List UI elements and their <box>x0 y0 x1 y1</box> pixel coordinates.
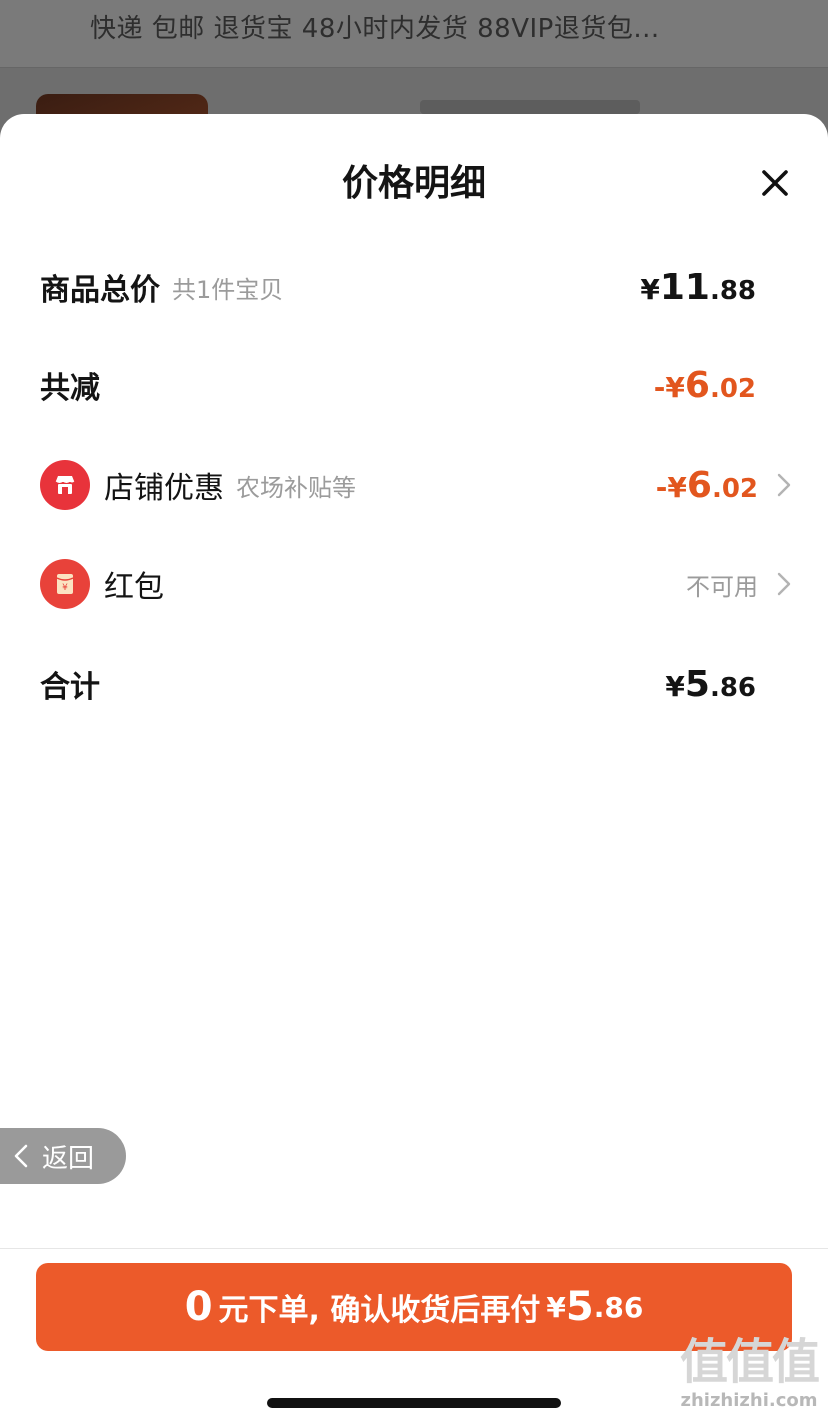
shop-discount-label: 店铺优惠 <box>104 471 224 506</box>
shop-discount-amount: -¥6.02 <box>655 464 758 506</box>
chevron-right-icon <box>776 472 792 498</box>
watermark-domain: zhizhizhi.com <box>680 1390 818 1411</box>
close-button[interactable] <box>756 164 794 202</box>
close-icon <box>762 170 788 196</box>
cta-currency: ¥ <box>546 1290 566 1324</box>
discount-total-label: 共减 <box>40 371 100 406</box>
background-text-fragment <box>420 100 640 114</box>
goods-count: 共1件宝贝 <box>172 275 284 304</box>
chevron-left-icon <box>14 1144 28 1168</box>
red-packet-status: 不可用 <box>686 572 758 601</box>
red-packet-row[interactable]: ¥ 红包 不可用 <box>40 554 792 614</box>
svg-text:¥: ¥ <box>62 583 68 593</box>
shop-discount-row[interactable]: 店铺优惠 农场补贴等 -¥6.02 <box>40 455 792 515</box>
goods-total-label: 商品总价 <box>40 273 160 308</box>
price-detail-sheet: 价格明细 商品总价 共1件宝贝 ¥11.88 共减 -¥6.02 店铺优惠 农场… <box>0 114 828 1423</box>
chevron-right-icon <box>776 571 792 597</box>
home-indicator[interactable] <box>267 1398 561 1408</box>
watermark-logo: 值值值 <box>679 1334 820 1390</box>
grand-total-row: 合计 ¥5.86 <box>40 654 792 714</box>
grand-total-label: 合计 <box>40 670 100 705</box>
discount-total-amount: -¥6.02 <box>653 364 756 406</box>
sheet-title: 价格明细 <box>341 163 486 204</box>
back-button[interactable]: 返回 <box>0 1128 126 1184</box>
goods-total-amount: ¥11.88 <box>640 266 756 308</box>
order-page: 快递 包邮 退货宝 48小时内发货 88VIP退货包... 价格明细 商品总价 … <box>0 0 828 1423</box>
background-header: 快递 包邮 退货宝 48小时内发货 88VIP退货包... <box>0 0 828 68</box>
discount-total-row: 共减 -¥6.02 <box>40 355 792 415</box>
cta-amount-int: 5 <box>565 1284 594 1330</box>
cta-amount-dec: .86 <box>593 1290 644 1324</box>
red-packet-icon: ¥ <box>40 559 90 609</box>
back-button-label: 返回 <box>42 1143 95 1174</box>
shop-discount-sub: 农场补贴等 <box>236 473 356 502</box>
watermark: 值值值 zhizhizhi.com <box>676 1334 822 1416</box>
red-packet-label: 红包 <box>104 570 164 605</box>
background-service-tags: 快递 包邮 退货宝 48小时内发货 88VIP退货包... <box>90 14 660 44</box>
cta-zero: 0 <box>184 1284 213 1330</box>
cta-text: 元下单, 确认收货后再付 <box>218 1293 541 1328</box>
footer-divider <box>0 1248 828 1249</box>
grand-total-amount: ¥5.86 <box>665 663 756 705</box>
shop-icon <box>40 460 90 510</box>
goods-total-row: 商品总价 共1件宝贝 ¥11.88 <box>40 257 792 317</box>
